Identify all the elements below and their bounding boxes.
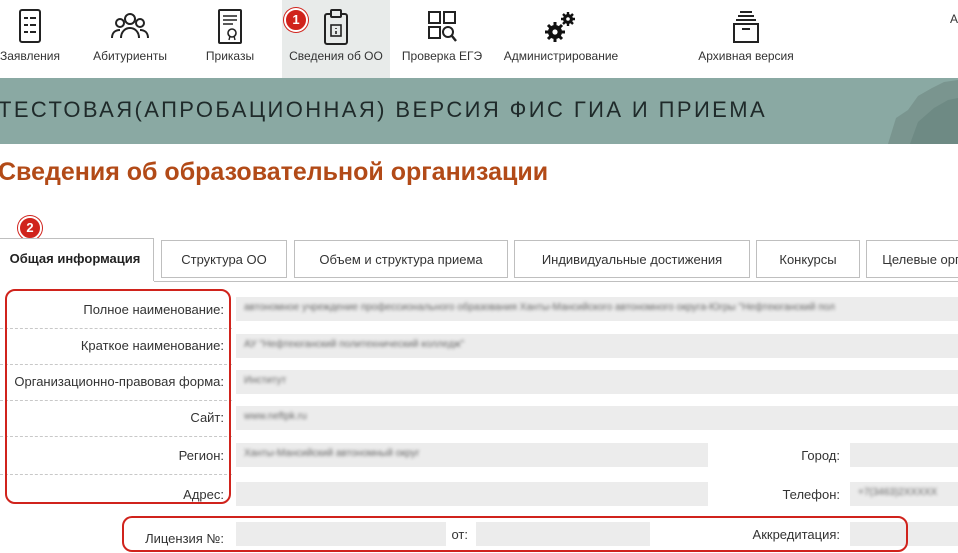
archive-icon xyxy=(726,8,766,46)
legal-form-field[interactable]: Институт xyxy=(236,370,958,394)
address-field[interactable] xyxy=(236,482,708,506)
nav-item-orders[interactable]: Приказы xyxy=(190,0,270,78)
gears-icon xyxy=(541,8,581,46)
region-value: Ханты-Мансийский автономный округ xyxy=(244,448,420,459)
nav-label-orders: Приказы xyxy=(205,49,255,63)
nav-label-applicants: Абитуриенты xyxy=(93,49,167,63)
nav-item-applicants[interactable]: Абитуриенты xyxy=(82,0,178,78)
phone-value: +7(3463)2XXXXX xyxy=(858,487,938,498)
step-badge-2: 2 xyxy=(18,216,42,240)
full-name-value: автономное учреждение профессионального … xyxy=(244,302,835,313)
site-field[interactable]: www.neftpk.ru xyxy=(236,406,958,430)
nav-label-applications: Заявления xyxy=(0,49,61,63)
nav-label-administration: Администрирование xyxy=(503,49,619,63)
phone-label: Телефон: xyxy=(782,487,840,502)
organization-info-icon xyxy=(316,8,356,46)
tab-target-organizations[interactable]: Целевые орг xyxy=(866,240,958,278)
tab-competitions[interactable]: Конкурсы xyxy=(756,240,860,278)
tab-structure[interactable]: Структура ОО xyxy=(161,240,287,278)
nav-item-administration[interactable]: Администрирование xyxy=(494,0,628,78)
nav-item-archive[interactable]: Архивная версия xyxy=(690,0,802,78)
nav-item-exam-check[interactable]: Проверка ЕГЭ xyxy=(396,0,488,78)
site-banner: ТЕСТОВАЯ(АПРОБАЦИОННАЯ) ВЕРСИЯ ФИС ГИА И… xyxy=(0,78,958,144)
map-decoration xyxy=(888,80,958,144)
short-name-value: АУ "Нефтеюганский политехнический коллед… xyxy=(244,339,465,350)
tabs-divider xyxy=(154,281,958,282)
top-navigation: Заявления Абитуриенты Приказы Сведения о… xyxy=(0,0,958,78)
short-name-field[interactable]: АУ "Нефтеюганский политехнический коллед… xyxy=(236,334,958,358)
nav-item-applications[interactable]: Заявления xyxy=(0,0,70,78)
full-name-field[interactable]: автономное учреждение профессионального … xyxy=(236,297,958,321)
orders-icon xyxy=(210,8,250,46)
phone-field[interactable]: +7(3463)2XXXXX xyxy=(850,482,958,506)
tab-general-info[interactable]: Общая информация xyxy=(0,238,154,281)
tab-bar: Общая информация Структура ОО Объем и ст… xyxy=(0,238,958,281)
nav-label-archive: Архивная версия xyxy=(698,49,794,63)
step-badge-1: 1 xyxy=(284,8,308,32)
tab-admission-volume[interactable]: Объем и структура приема xyxy=(294,240,508,278)
legal-form-value: Институт xyxy=(244,375,287,386)
city-field[interactable] xyxy=(850,443,958,467)
page-title: Сведения об образовательной организации xyxy=(0,158,549,186)
tab-individual-achievements[interactable]: Индивидуальные достижения xyxy=(514,240,750,278)
nav-label-organization-info: Сведения об ОО xyxy=(289,49,383,63)
user-menu[interactable]: А xyxy=(950,12,958,26)
callout-general-fields xyxy=(5,289,231,504)
people-icon xyxy=(110,8,150,46)
exam-check-icon xyxy=(422,8,462,46)
city-label: Город: xyxy=(801,448,840,463)
nav-label-exam-check: Проверка ЕГЭ xyxy=(401,49,483,63)
applications-icon xyxy=(10,8,50,46)
callout-license-row xyxy=(122,516,908,552)
banner-title: ТЕСТОВАЯ(АПРОБАЦИОННАЯ) ВЕРСИЯ ФИС ГИА И… xyxy=(0,97,768,122)
site-value: www.neftpk.ru xyxy=(244,411,307,422)
region-field[interactable]: Ханты-Мансийский автономный округ xyxy=(236,443,708,467)
